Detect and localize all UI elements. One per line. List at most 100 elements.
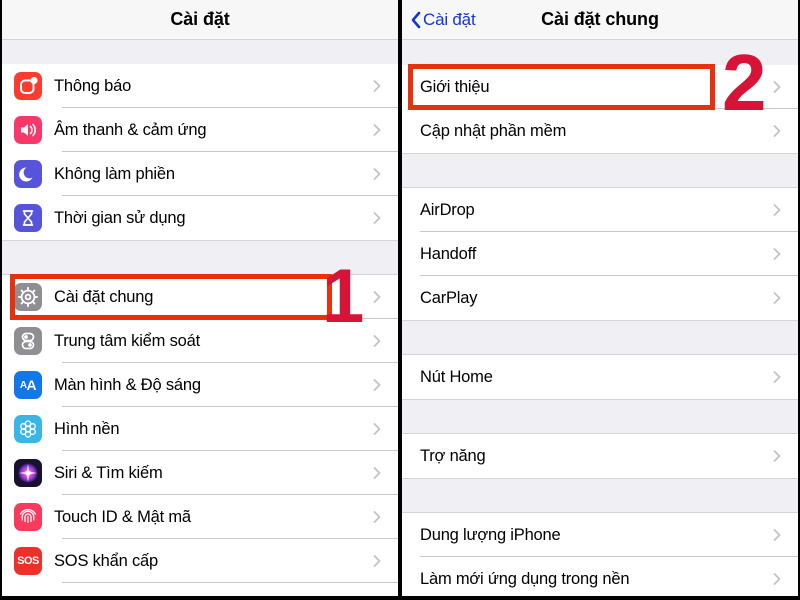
touch-id-icon	[14, 503, 42, 531]
chevron-right-icon	[770, 203, 784, 217]
sidebar-item-screen-time[interactable]: Thời gian sử dụng	[2, 196, 398, 240]
general-gear-icon	[14, 283, 42, 311]
list-item-label: Làm mới ứng dụng trong nền	[420, 569, 630, 588]
sidebar-item-do-not-disturb[interactable]: Không làm phiền	[2, 152, 398, 196]
chevron-right-icon	[770, 124, 784, 138]
general-group-home-button: Nút Home	[402, 355, 798, 399]
general-settings-panel: Cài đặt Cài đặt chung Giới thiệu Cập nhậ…	[402, 0, 798, 596]
section-gap	[402, 40, 798, 65]
general-group-accessibility: Trợ năng	[402, 434, 798, 478]
general-item-carplay[interactable]: CarPlay	[402, 276, 798, 320]
chevron-right-icon	[770, 291, 784, 305]
page-title: Cài đặt chung	[541, 9, 659, 29]
general-item-about[interactable]: Giới thiệu	[402, 65, 798, 109]
section-gap	[402, 153, 798, 188]
siri-search-icon	[14, 459, 42, 487]
list-item-label: Trợ năng	[420, 446, 486, 465]
list-item-label: Dung lượng iPhone	[420, 525, 561, 544]
notifications-icon	[14, 72, 42, 100]
section-gap	[2, 240, 398, 275]
list-item-label: AirDrop	[420, 200, 475, 219]
chevron-right-icon	[770, 572, 784, 586]
chevron-right-icon	[770, 370, 784, 384]
general-item-iphone-storage[interactable]: Dung lượng iPhone	[402, 513, 798, 557]
aa-glyph: AA	[19, 377, 37, 393]
list-item-label: Cập nhật phần mềm	[420, 121, 567, 140]
section-gap	[402, 399, 798, 434]
back-button-label: Cài đặt	[423, 9, 476, 29]
general-item-accessibility[interactable]: Trợ năng	[402, 434, 798, 478]
sidebar-item-label: Hình nền	[54, 419, 120, 438]
sidebar-item-display-brightness[interactable]: AA Màn hình & Độ sáng	[2, 363, 398, 407]
sidebar-item-emergency-sos[interactable]: SOS SOS khẩn cấp	[2, 539, 398, 583]
general-group-about: Giới thiệu Cập nhật phần mềm	[402, 65, 798, 153]
chevron-right-icon	[770, 247, 784, 261]
list-item-label: Giới thiệu	[420, 77, 490, 96]
left-navbar: Cài đặt	[2, 0, 398, 40]
sidebar-item-label: Cài đặt chung	[54, 287, 154, 306]
sos-glyph: SOS	[17, 555, 39, 567]
sidebar-item-control-center[interactable]: Trung tâm kiểm soát	[2, 319, 398, 363]
sidebar-item-label: Trung tâm kiểm soát	[54, 331, 200, 350]
sidebar-item-label: SOS khẩn cấp	[54, 551, 158, 570]
chevron-right-icon	[370, 510, 384, 524]
screen-time-icon	[14, 204, 42, 232]
tutorial-screenshot: Cài đặt Thông báo Âm thanh & cảm ứng Khô…	[0, 0, 800, 600]
sidebar-item-general[interactable]: Cài đặt chung	[2, 275, 398, 319]
chevron-right-icon	[370, 466, 384, 480]
sidebar-item-notifications[interactable]: Thông báo	[2, 64, 398, 108]
chevron-right-icon	[370, 554, 384, 568]
settings-list: Thông báo Âm thanh & cảm ứng Không làm p…	[2, 40, 398, 583]
right-navbar: Cài đặt Cài đặt chung	[402, 0, 798, 40]
control-center-icon	[14, 327, 42, 355]
back-button[interactable]: Cài đặt	[410, 0, 476, 39]
general-item-background-app-refresh[interactable]: Làm mới ứng dụng trong nền	[402, 557, 798, 596]
general-item-home-button[interactable]: Nút Home	[402, 355, 798, 399]
chevron-right-icon	[370, 167, 384, 181]
chevron-left-icon	[410, 10, 422, 30]
chevron-right-icon	[370, 334, 384, 348]
chevron-right-icon	[370, 123, 384, 137]
sidebar-item-touch-id[interactable]: Touch ID & Mật mã	[2, 495, 398, 539]
page-title: Cài đặt	[170, 9, 230, 29]
general-item-software-update[interactable]: Cập nhật phần mềm	[402, 109, 798, 153]
chevron-right-icon	[370, 378, 384, 392]
settings-group-2: Cài đặt chung Trung tâm kiểm soát A A Mà…	[2, 275, 398, 583]
general-item-airdrop[interactable]: AirDrop	[402, 188, 798, 232]
general-item-handoff[interactable]: Handoff	[402, 232, 798, 276]
row-divider	[62, 582, 398, 583]
general-group-connectivity: AirDrop Handoff CarPlay	[402, 188, 798, 320]
sidebar-item-label: Âm thanh & cảm ứng	[54, 120, 207, 139]
section-gap	[402, 478, 798, 513]
chevron-right-icon	[370, 422, 384, 436]
emergency-sos-icon: SOS	[14, 547, 42, 575]
chevron-right-icon	[770, 528, 784, 542]
sidebar-item-sounds[interactable]: Âm thanh & cảm ứng	[2, 108, 398, 152]
chevron-right-icon	[370, 79, 384, 93]
list-item-label: Nút Home	[420, 367, 493, 386]
list-item-label: CarPlay	[420, 288, 478, 307]
general-group-storage: Dung lượng iPhone Làm mới ứng dụng trong…	[402, 513, 798, 596]
wallpaper-icon	[14, 415, 42, 443]
sidebar-item-label: Không làm phiền	[54, 164, 175, 183]
settings-group-1: Thông báo Âm thanh & cảm ứng Không làm p…	[2, 64, 398, 240]
sidebar-item-label: Thông báo	[54, 76, 132, 95]
sidebar-item-label: Màn hình & Độ sáng	[54, 375, 201, 394]
list-item-label: Handoff	[420, 244, 477, 263]
sidebar-item-siri-search[interactable]: Siri & Tìm kiếm	[2, 451, 398, 495]
chevron-right-icon	[370, 211, 384, 225]
general-settings-list: Giới thiệu Cập nhật phần mềm AirDrop Han…	[402, 40, 798, 596]
sidebar-item-wallpaper[interactable]: Hình nền	[2, 407, 398, 451]
sound-haptics-icon	[14, 116, 42, 144]
chevron-right-icon	[770, 80, 784, 94]
settings-root-panel: Cài đặt Thông báo Âm thanh & cảm ứng Khô…	[2, 0, 398, 596]
chevron-right-icon	[770, 449, 784, 463]
sidebar-item-label: Siri & Tìm kiếm	[54, 463, 163, 482]
sidebar-item-label: Touch ID & Mật mã	[54, 507, 191, 526]
chevron-right-icon	[370, 290, 384, 304]
do-not-disturb-icon	[14, 160, 42, 188]
section-gap	[402, 320, 798, 355]
sidebar-item-label: Thời gian sử dụng	[54, 208, 186, 227]
section-gap	[2, 40, 398, 64]
display-brightness-icon: AA	[14, 371, 42, 399]
